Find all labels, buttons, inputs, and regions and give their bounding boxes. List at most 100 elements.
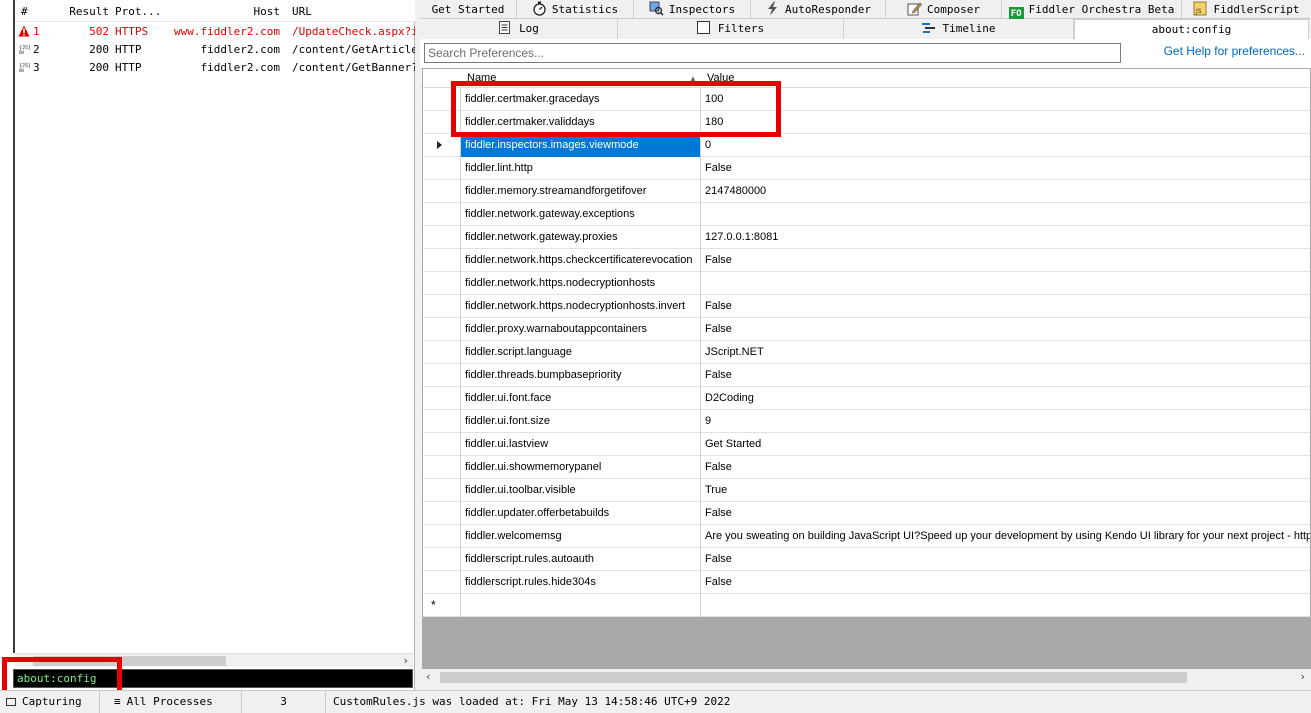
row-selector[interactable] xyxy=(423,341,461,364)
preference-name[interactable]: fiddler.updater.offerbetabuilds xyxy=(461,502,701,525)
preferences-grid[interactable]: Name ▲ Value fiddler.certmaker.gracedays… xyxy=(422,68,1311,669)
tab-filters[interactable]: Filters xyxy=(618,19,844,39)
preference-value[interactable]: False xyxy=(701,571,1310,594)
preference-value[interactable]: False xyxy=(701,548,1310,571)
preference-row[interactable]: fiddler.inspectors.images.viewmode 0 xyxy=(423,134,1310,157)
preference-value[interactable]: False xyxy=(701,249,1310,272)
scrollbar-thumb[interactable] xyxy=(33,656,226,666)
preference-value[interactable]: D2Coding xyxy=(701,387,1310,410)
row-selector[interactable] xyxy=(423,502,461,525)
preference-name[interactable]: fiddler.threads.bumpbasepriority xyxy=(461,364,701,387)
preference-value[interactable]: False xyxy=(701,364,1310,387)
preference-row[interactable]: fiddlerscript.rules.autoauth False xyxy=(423,548,1310,571)
row-selector[interactable]: * xyxy=(423,594,461,617)
row-selector[interactable] xyxy=(423,157,461,180)
preference-row[interactable]: fiddler.ui.font.size 9 xyxy=(423,410,1310,433)
row-selector[interactable] xyxy=(423,571,461,594)
preference-row[interactable]: fiddler.updater.offerbetabuilds False xyxy=(423,502,1310,525)
preference-value[interactable]: 2147480000 xyxy=(701,180,1310,203)
process-filter[interactable]: ≡ All Processes xyxy=(100,691,242,713)
preference-name[interactable]: fiddler.certmaker.gracedays xyxy=(461,88,701,111)
sessions-horizontal-scrollbar[interactable]: › xyxy=(15,653,413,667)
search-preferences-input[interactable] xyxy=(424,43,1121,63)
preference-row[interactable]: fiddler.network.https.nodecryptionhosts.… xyxy=(423,295,1310,318)
preference-name[interactable] xyxy=(461,594,701,617)
preference-value[interactable]: Are you sweating on building JavaScript … xyxy=(701,525,1310,548)
preference-name[interactable]: fiddler.certmaker.validdays xyxy=(461,111,701,134)
preference-value[interactable]: False xyxy=(701,295,1310,318)
row-selector[interactable] xyxy=(423,410,461,433)
tab-get-started[interactable]: Get Started xyxy=(420,0,517,19)
preference-row[interactable]: fiddler.proxy.warnaboutappcontainers Fals… xyxy=(423,318,1310,341)
tab-timeline[interactable]: Timeline xyxy=(844,19,1074,39)
tab-composer[interactable]: Composer xyxy=(886,0,1002,19)
preference-row[interactable]: fiddler.welcomemsg Are you sweating on bu… xyxy=(423,525,1310,548)
tab-about-config[interactable]: about:config xyxy=(1074,19,1309,39)
preference-name[interactable]: fiddler.network.gateway.exceptions xyxy=(461,203,701,226)
preference-name[interactable]: fiddler.welcomemsg xyxy=(461,525,701,548)
preference-value[interactable]: False xyxy=(701,502,1310,525)
preference-name[interactable]: fiddler.proxy.warnaboutappcontainers xyxy=(461,318,701,341)
preference-name[interactable]: fiddler.network.https.nodecryptionhosts xyxy=(461,272,701,295)
quickexec-box[interactable] xyxy=(13,669,413,688)
preference-row[interactable]: fiddler.network.gateway.exceptions xyxy=(423,203,1310,226)
preference-name[interactable]: fiddlerscript.rules.hide304s xyxy=(461,571,701,594)
preference-name[interactable]: fiddler.ui.toolbar.visible xyxy=(461,479,701,502)
preference-value[interactable] xyxy=(701,594,1310,617)
row-selector[interactable] xyxy=(423,364,461,387)
preference-name[interactable]: fiddler.network.https.checkcertificatere… xyxy=(461,249,701,272)
preference-value[interactable]: Get Started xyxy=(701,433,1310,456)
tab-fiddlerscript[interactable]: JS FiddlerScript xyxy=(1182,0,1311,19)
row-selector[interactable] xyxy=(423,226,461,249)
preference-value[interactable] xyxy=(701,203,1310,226)
column-result[interactable]: Result xyxy=(67,5,109,18)
grid-horizontal-scrollbar[interactable]: ‹ › xyxy=(420,669,1311,686)
row-selector[interactable] xyxy=(423,525,461,548)
row-selector[interactable] xyxy=(423,249,461,272)
preference-value[interactable] xyxy=(701,272,1310,295)
row-selector[interactable] xyxy=(423,180,461,203)
preference-row[interactable]: fiddler.ui.lastview Get Started xyxy=(423,433,1310,456)
preference-value[interactable]: 0 xyxy=(701,134,1310,157)
tab-inspectors[interactable]: Inspectors xyxy=(634,0,751,19)
column-protocol[interactable]: Prot... xyxy=(115,5,165,18)
tab-statistics[interactable]: Statistics xyxy=(517,0,634,19)
help-link[interactable]: Get Help for preferences... xyxy=(1164,44,1305,58)
preference-value[interactable]: 180 xyxy=(701,111,1310,134)
tab-autoresponder[interactable]: AutoResponder xyxy=(751,0,886,19)
quickexec-input[interactable] xyxy=(14,670,412,687)
preference-row[interactable]: fiddler.script.language JScript.NET xyxy=(423,341,1310,364)
column-value[interactable]: Value xyxy=(707,72,734,84)
preference-row[interactable]: fiddler.lint.http False xyxy=(423,157,1310,180)
preference-row[interactable]: fiddler.network.https.checkcertificatere… xyxy=(423,249,1310,272)
session-row[interactable]: 1 502 HTTPS www.fiddler2.com /UpdateChec… xyxy=(15,23,415,41)
preference-row[interactable]: fiddler.network.gateway.proxies 127.0.0.1… xyxy=(423,226,1310,249)
preference-value[interactable]: False xyxy=(701,157,1310,180)
preference-name[interactable]: fiddler.ui.lastview xyxy=(461,433,701,456)
preference-name[interactable]: fiddlerscript.rules.autoauth xyxy=(461,548,701,571)
preference-name[interactable]: fiddler.memory.streamandforgetifover xyxy=(461,180,701,203)
row-selector[interactable] xyxy=(423,456,461,479)
tab-log[interactable]: Log xyxy=(420,19,618,39)
preference-name[interactable]: fiddler.network.gateway.proxies xyxy=(461,226,701,249)
preference-row[interactable]: fiddler.ui.toolbar.visible True xyxy=(423,479,1310,502)
preference-name[interactable]: fiddler.inspectors.images.viewmode xyxy=(461,134,701,157)
preference-value[interactable]: False xyxy=(701,456,1310,479)
preference-name[interactable]: fiddler.script.language xyxy=(461,341,701,364)
preference-name[interactable]: fiddler.network.https.nodecryptionhosts.… xyxy=(461,295,701,318)
row-selector[interactable] xyxy=(423,272,461,295)
scroll-left-icon[interactable]: ‹ xyxy=(425,670,432,683)
preference-value[interactable]: 100 xyxy=(701,88,1310,111)
preference-value[interactable]: False xyxy=(701,318,1310,341)
scroll-right-icon[interactable]: › xyxy=(1299,670,1306,683)
preference-name[interactable]: fiddler.ui.font.face xyxy=(461,387,701,410)
scroll-right-icon[interactable]: › xyxy=(402,654,409,667)
row-selector[interactable] xyxy=(423,203,461,226)
tab-fiddler-orchestra[interactable]: FO Fiddler Orchestra Beta xyxy=(1002,0,1182,22)
session-row[interactable]: {JS} ON 2 200 HTTP fiddler2.com /content/G… xyxy=(15,41,415,59)
capturing-indicator[interactable]: Capturing xyxy=(0,691,100,713)
preference-name[interactable]: fiddler.ui.font.size xyxy=(461,410,701,433)
column-num[interactable]: # xyxy=(21,5,51,18)
preference-row[interactable]: fiddler.threads.bumpbasepriority False xyxy=(423,364,1310,387)
column-url[interactable]: URL xyxy=(292,5,415,18)
